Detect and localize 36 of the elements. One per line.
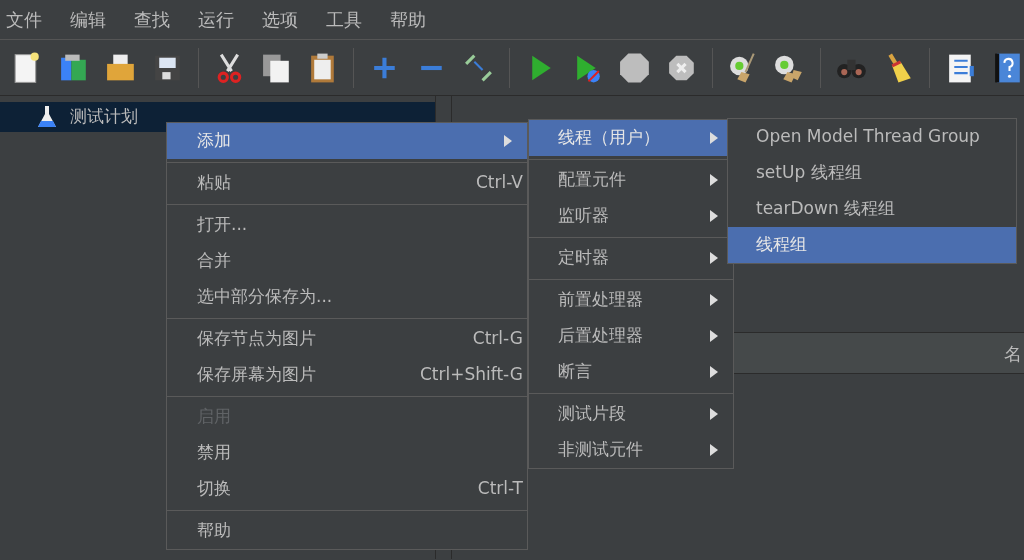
submenu-arrow-icon: [709, 329, 719, 343]
menu-item[interactable]: 帮助: [167, 513, 527, 549]
menu-item[interactable]: 选中部分保存为...: [167, 279, 527, 315]
submenu-arrow-icon: [709, 293, 719, 307]
menu-item[interactable]: 合并: [167, 243, 527, 279]
flask-icon: [36, 104, 58, 130]
submenu-arrow-icon: [503, 134, 513, 148]
menu-item[interactable]: 线程组: [728, 227, 1016, 263]
submenu-arrow-icon: [709, 443, 719, 457]
menu-item[interactable]: 打开...: [167, 207, 527, 243]
menu-item[interactable]: 保存节点为图片 Ctrl-G: [167, 321, 527, 357]
submenu-arrow-icon: [709, 365, 719, 379]
menu-item[interactable]: 切换 Ctrl-T: [167, 471, 527, 507]
menu-item[interactable]: 选项: [260, 6, 300, 33]
menu-item[interactable]: 查找: [132, 6, 172, 33]
submenu-arrow-icon: [709, 407, 719, 421]
menu-item[interactable]: 前置处理器: [529, 282, 733, 318]
submenu-arrow-icon: [709, 251, 719, 265]
menu-item[interactable]: 编辑: [68, 6, 108, 33]
column-header[interactable]: 名: [1004, 339, 1022, 367]
menu-item[interactable]: 帮助: [388, 6, 428, 33]
menu-item[interactable]: 添加: [167, 123, 527, 159]
submenu-arrow-icon: [709, 131, 719, 145]
menu-item[interactable]: 断言: [529, 354, 733, 390]
menu-item[interactable]: 工具: [324, 6, 364, 33]
menu-item[interactable]: 禁用: [167, 435, 527, 471]
menu-item[interactable]: 后置处理器: [529, 318, 733, 354]
tree-label: 测试计划: [70, 105, 138, 129]
menu-item[interactable]: 非测试元件: [529, 432, 733, 468]
menu-item[interactable]: 测试片段: [529, 396, 733, 432]
submenu-arrow-icon: [709, 209, 719, 223]
menu-item[interactable]: 保存屏幕为图片 Ctrl+Shift-G: [167, 357, 527, 393]
menu-item[interactable]: 文件: [4, 6, 44, 33]
menu-item[interactable]: 运行: [196, 6, 236, 33]
menu-item[interactable]: 粘贴 Ctrl-V: [167, 165, 527, 201]
submenu-arrow-icon: [709, 173, 719, 187]
